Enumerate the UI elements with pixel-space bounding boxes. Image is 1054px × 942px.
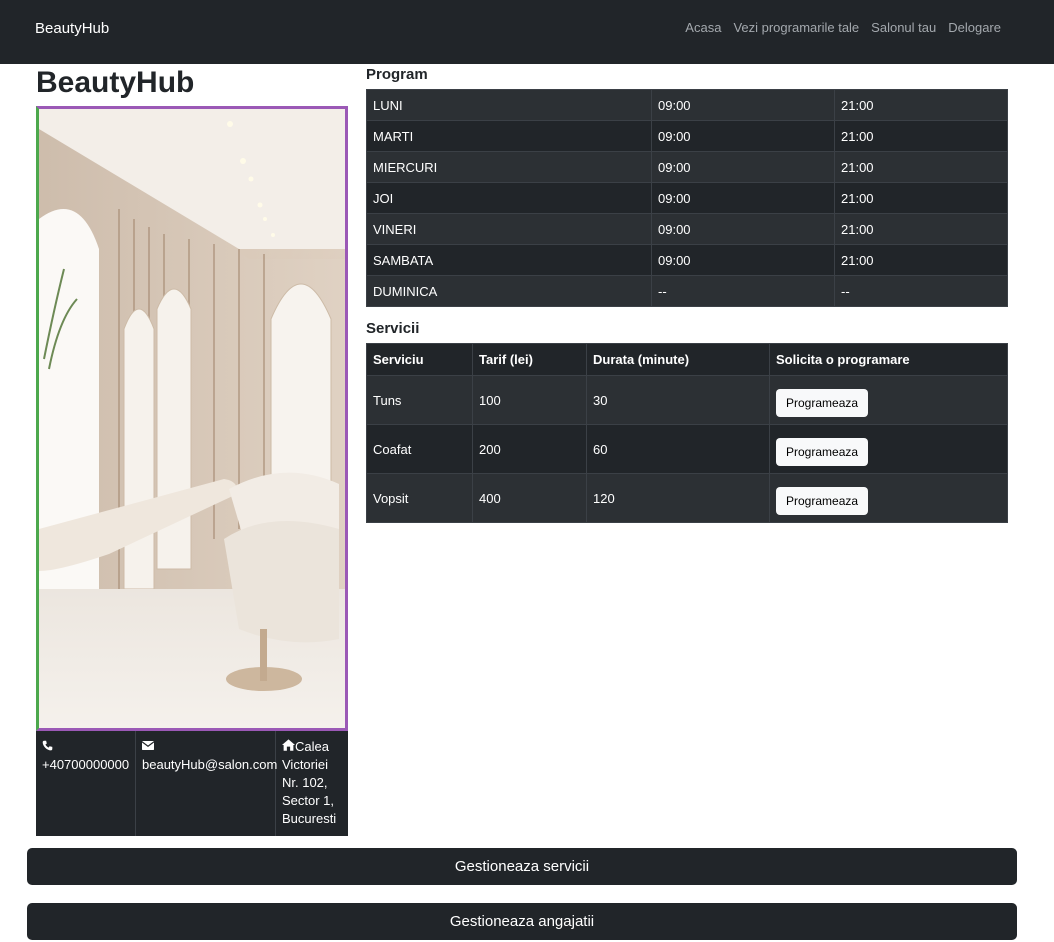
open-time-cell: -- <box>651 275 835 307</box>
service-duration-cell: 120 <box>586 473 770 523</box>
service-duration-cell: 30 <box>586 375 770 425</box>
manage-services-button[interactable]: Gestioneaza servicii <box>27 848 1017 885</box>
service-name-cell: Vopsit <box>366 473 473 523</box>
nav-link-delogare[interactable]: Delogare <box>948 20 1001 36</box>
nav-link-programari[interactable]: Vezi programarile tale <box>733 20 859 36</box>
day-cell: VINERI <box>366 213 652 245</box>
table-row: DUMINICA -- -- <box>366 275 1008 307</box>
header-duration: Durata (minute) <box>586 343 770 376</box>
close-time-cell: 21:00 <box>834 244 1008 276</box>
table-row: MIERCURI 09:00 21:00 <box>366 151 1008 183</box>
day-cell: DUMINICA <box>366 275 652 307</box>
service-action-cell: Programeaza <box>769 375 1008 425</box>
navbar: BeautyHub Acasa Vezi programarile tale S… <box>0 0 1054 64</box>
service-action-cell: Programeaza <box>769 424 1008 474</box>
schedule-table: LUNI 09:00 21:00 MARTI 09:00 21:00 MIERC… <box>366 89 1008 307</box>
nav-links: Acasa Vezi programarile tale Salonul tau… <box>685 20 1001 36</box>
table-row: Tuns 100 30 Programeaza <box>366 375 1008 425</box>
open-time-cell: 09:00 <box>651 244 835 276</box>
table-header-row: Serviciu Tarif (lei) Durata (minute) Sol… <box>366 343 1008 376</box>
close-time-cell: -- <box>834 275 1008 307</box>
table-row: SAMBATA 09:00 21:00 <box>366 244 1008 276</box>
header-request: Solicita o programare <box>769 343 1008 376</box>
salon-name: BeautyHub <box>36 66 195 99</box>
table-row: JOI 09:00 21:00 <box>366 182 1008 214</box>
open-time-cell: 09:00 <box>651 182 835 214</box>
service-price-cell: 200 <box>472 424 587 474</box>
contact-phone: +40700000000 <box>36 731 136 836</box>
nav-link-salon[interactable]: Salonul tau <box>871 20 936 36</box>
header-service: Serviciu <box>366 343 473 376</box>
close-time-cell: 21:00 <box>834 151 1008 183</box>
service-name-cell: Coafat <box>366 424 473 474</box>
open-time-cell: 09:00 <box>651 151 835 183</box>
book-coafat-button[interactable]: Programeaza <box>776 438 869 466</box>
header-price: Tarif (lei) <box>472 343 587 376</box>
close-time-cell: 21:00 <box>834 89 1008 121</box>
service-price-cell: 100 <box>472 375 587 425</box>
services-title: Servicii <box>366 320 420 337</box>
nav-link-acasa[interactable]: Acasa <box>685 20 721 36</box>
house-icon <box>282 738 295 756</box>
table-row: Vopsit 400 120 Programeaza <box>366 473 1008 523</box>
salon-interior-photo <box>36 106 348 731</box>
close-time-cell: 21:00 <box>834 182 1008 214</box>
open-time-cell: 09:00 <box>651 213 835 245</box>
day-cell: MARTI <box>366 120 652 152</box>
contact-email: beautyHub@salon.com <box>136 731 277 836</box>
close-time-cell: 21:00 <box>834 120 1008 152</box>
table-row: MARTI 09:00 21:00 <box>366 120 1008 152</box>
table-row: VINERI 09:00 21:00 <box>366 213 1008 245</box>
book-vopsit-button[interactable]: Programeaza <box>776 487 869 515</box>
service-action-cell: Programeaza <box>769 473 1008 523</box>
day-cell: MIERCURI <box>366 151 652 183</box>
service-duration-cell: 60 <box>586 424 770 474</box>
navbar-brand[interactable]: BeautyHub <box>35 20 109 37</box>
day-cell: LUNI <box>366 89 652 121</box>
book-tuns-button[interactable]: Programeaza <box>776 389 869 417</box>
contact-address: Calea Victoriei Nr. 102, Sector 1, Bucur… <box>276 731 348 836</box>
email-address[interactable]: beautyHub@salon.com <box>142 757 277 772</box>
open-time-cell: 09:00 <box>651 120 835 152</box>
close-time-cell: 21:00 <box>834 213 1008 245</box>
contact-info: +40700000000 beautyHub@salon.com Calea V… <box>36 731 348 836</box>
open-time-cell: 09:00 <box>651 89 835 121</box>
day-cell: SAMBATA <box>366 244 652 276</box>
phone-icon <box>42 738 53 756</box>
table-row: LUNI 09:00 21:00 <box>366 89 1008 121</box>
day-cell: JOI <box>366 182 652 214</box>
services-table: Serviciu Tarif (lei) Durata (minute) Sol… <box>366 343 1008 523</box>
phone-number[interactable]: +40700000000 <box>42 757 129 772</box>
schedule-title: Program <box>366 66 428 83</box>
service-price-cell: 400 <box>472 473 587 523</box>
envelope-icon <box>141 738 155 756</box>
manage-employees-button[interactable]: Gestioneaza angajatii <box>27 903 1017 940</box>
table-row: Coafat 200 60 Programeaza <box>366 424 1008 474</box>
service-name-cell: Tuns <box>366 375 473 425</box>
